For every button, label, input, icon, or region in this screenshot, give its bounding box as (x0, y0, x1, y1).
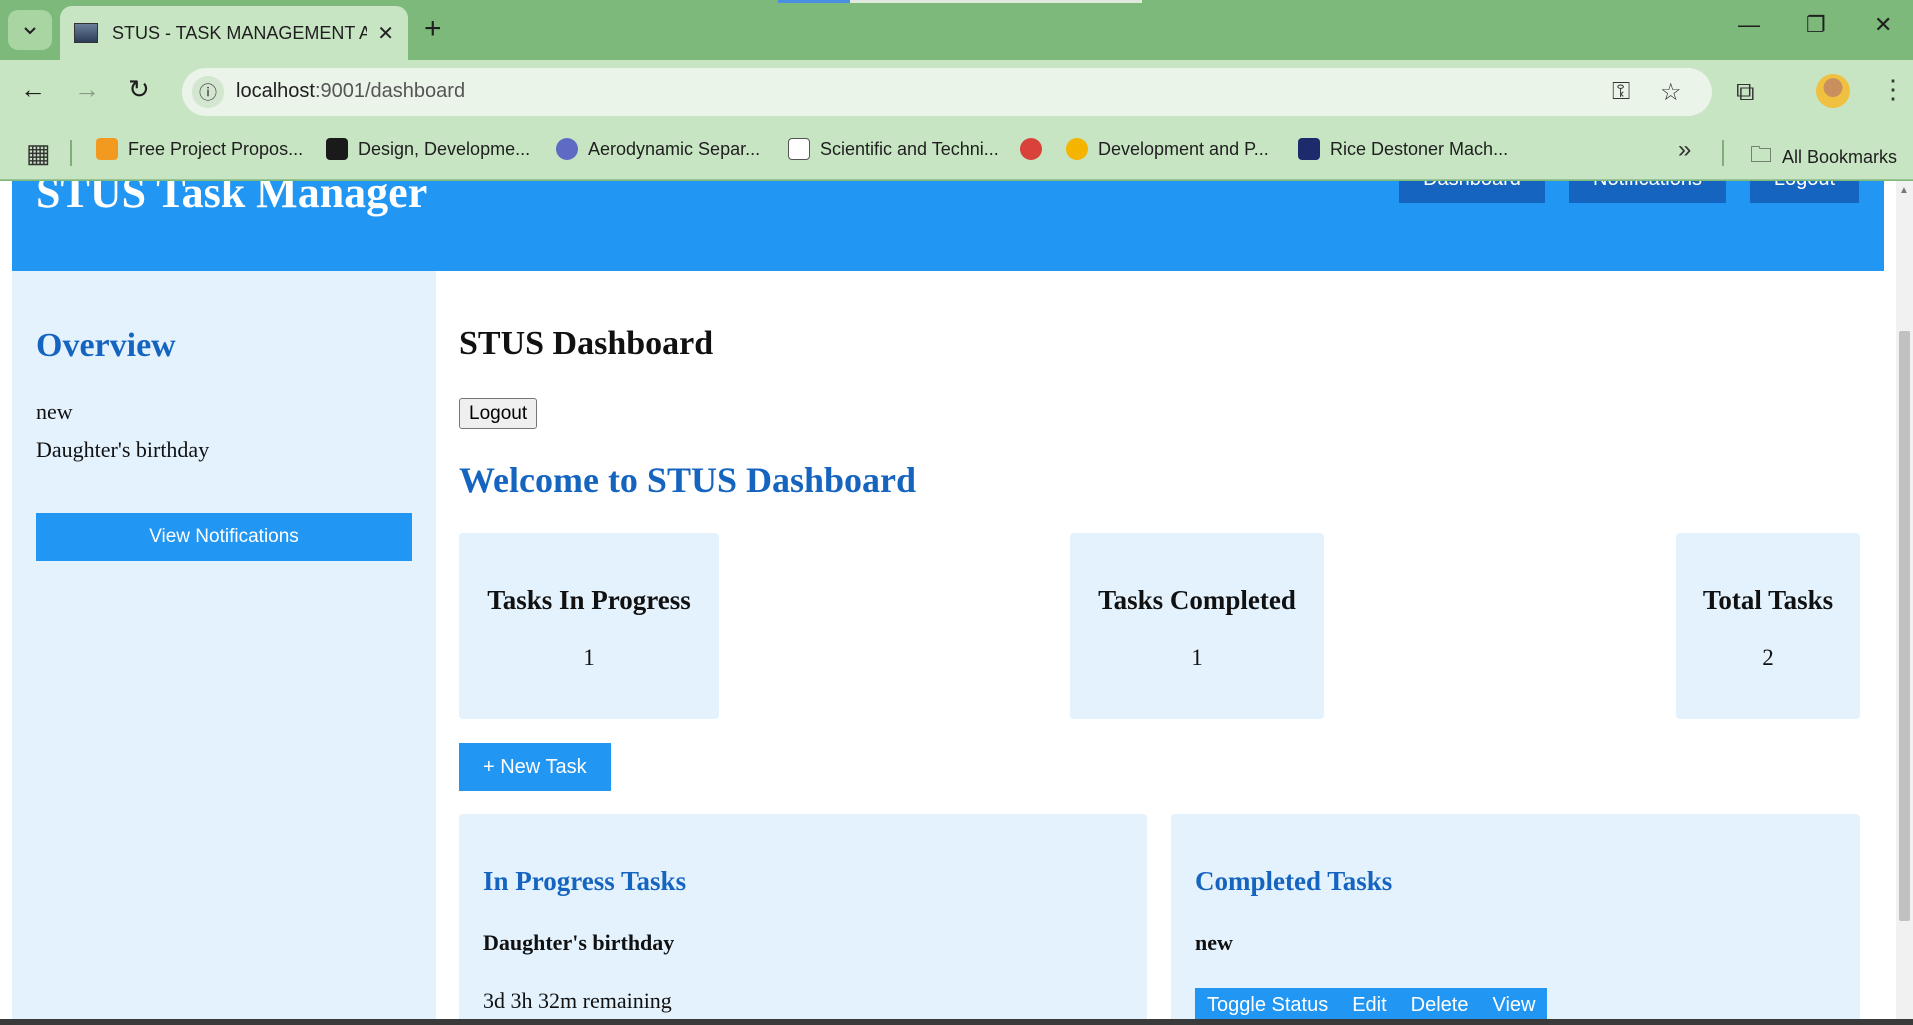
bookmarks-bar: ▦ Free Project Propos... Design, Develop… (0, 124, 1913, 180)
bookmark-item[interactable]: Free Project Propos... (96, 138, 303, 160)
bookmark-favicon-icon (326, 138, 348, 160)
bookmark-item[interactable] (1020, 138, 1052, 160)
site-favicon-icon (74, 23, 98, 43)
sidebar-title: Overview (36, 327, 176, 364)
toggle-status-button[interactable]: Toggle Status (1195, 994, 1340, 1017)
key-icon[interactable]: ⚿ (1612, 78, 1630, 106)
bookmark-favicon-icon (556, 138, 578, 160)
forward-icon[interactable]: → (74, 74, 100, 104)
sidebar-item-new: new (36, 399, 73, 424)
nav-notifications-button[interactable]: Notifications (1569, 181, 1726, 203)
bookmark-item[interactable]: Rice Destoner Mach... (1298, 138, 1508, 160)
welcome-heading: Welcome to STUS Dashboard (459, 460, 917, 500)
nav-dashboard-button[interactable]: Dashboard (1399, 181, 1545, 203)
stat-value: 1 (1191, 645, 1203, 670)
bookmark-favicon-icon (96, 138, 118, 160)
restore-icon[interactable]: ❐ (1806, 12, 1826, 38)
new-tab-icon[interactable]: + (424, 14, 442, 44)
os-taskbar (0, 1019, 1913, 1025)
browser-toolbar: ← → ↻ ⓘ localhost:9001/dashboard ⚿ ☆ ⧉ ⋮ (0, 60, 1913, 124)
new-task-button[interactable]: + New Task (459, 743, 611, 791)
more-bookmarks-icon[interactable]: » (1678, 136, 1691, 164)
bookmark-favicon-icon (1020, 138, 1042, 160)
close-window-icon[interactable]: ✕ (1874, 12, 1892, 38)
bookmark-label: Development and P... (1098, 138, 1269, 159)
scroll-up-icon[interactable]: ▲ (1899, 185, 1909, 196)
bookmark-label: Free Project Propos... (128, 138, 304, 159)
logout-button[interactable]: Logout (459, 398, 538, 429)
view-notifications-button[interactable]: View Notifications (36, 513, 412, 561)
scroll-thumb[interactable] (1899, 331, 1910, 921)
tab-search-button[interactable] (8, 10, 52, 50)
bookmark-separator (1722, 140, 1724, 166)
task-actions: Toggle Status Edit Delete View (1195, 988, 1548, 1019)
star-icon[interactable]: ☆ (1660, 78, 1682, 107)
chevron-down-icon (24, 27, 36, 35)
stat-value: 1 (583, 645, 595, 670)
sidebar: Overview new Daughter's birthday View No… (12, 271, 436, 1019)
task-name: Daughter's birthday (483, 930, 675, 955)
task-remaining-time: 3d 3h 32m remaining (483, 988, 672, 1013)
in-progress-title: In Progress Tasks (483, 866, 687, 896)
stat-value: 2 (1762, 645, 1774, 670)
completed-panel: Completed Tasks new Toggle Status Edit D… (1171, 814, 1860, 1019)
bookmark-label: Scientific and Techni... (820, 138, 999, 159)
view-button[interactable]: View (1480, 994, 1547, 1017)
stat-label: Total Tasks (1702, 585, 1834, 615)
sidebar-item-daughters-birthday: Daughter's birthday (36, 437, 210, 462)
bookmark-favicon-icon (1066, 138, 1088, 160)
close-tab-icon[interactable]: ✕ (377, 21, 394, 46)
folder-icon: 🗀 (1750, 142, 1773, 167)
page-scrollbar[interactable]: ▲ (1896, 181, 1913, 1019)
url-text: localhost:9001/dashboard (236, 80, 465, 103)
menu-icon[interactable]: ⋮ (1880, 74, 1906, 105)
browser-tabstrip: STUS - TASK MANAGEMENT AP ✕ + — ❐ ✕ (0, 0, 1913, 60)
profile-avatar[interactable] (1816, 74, 1850, 108)
tab-title: STUS - TASK MANAGEMENT AP (112, 22, 367, 43)
url-path: :9001/dashboard (314, 80, 466, 102)
page-viewport: STUS Task Manager Dashboard Notification… (0, 181, 1913, 1019)
reload-icon[interactable]: ↻ (128, 74, 150, 104)
bookmark-item[interactable]: Design, Developme... (326, 138, 530, 160)
bookmark-favicon-icon (1298, 138, 1320, 160)
bookmark-item[interactable]: Aerodynamic Separ... (556, 138, 760, 160)
page-title: STUS Dashboard (459, 325, 714, 362)
in-progress-panel: In Progress Tasks Daughter's birthday 3d… (459, 814, 1147, 1019)
url-host: localhost (236, 80, 315, 102)
address-bar[interactable]: ⓘ localhost:9001/dashboard ⚿ ☆ (182, 68, 1712, 116)
minimize-icon[interactable]: — (1738, 12, 1760, 38)
stat-label: Tasks In Progress (487, 585, 691, 615)
bookmark-separator (70, 140, 72, 166)
browser-tab[interactable]: STUS - TASK MANAGEMENT AP ✕ (60, 6, 408, 60)
stat-label: Tasks Completed (1098, 585, 1296, 615)
bookmark-label: Design, Developme... (358, 138, 531, 159)
extensions-icon[interactable]: ⧉ (1736, 76, 1755, 108)
all-bookmarks-label: All Bookmarks (1782, 146, 1898, 167)
apps-grid-icon[interactable]: ▦ (26, 138, 51, 169)
bookmark-item[interactable]: Development and P... (1066, 138, 1269, 160)
nav-logout-button[interactable]: Logout (1750, 181, 1859, 203)
bookmark-favicon-icon (788, 138, 810, 160)
main-content: STUS Dashboard Logout Welcome to STUS Da… (436, 271, 1884, 1019)
edit-button[interactable]: Edit (1340, 994, 1398, 1017)
app-title: STUS Task Manager (36, 181, 428, 217)
stat-card-completed: Tasks Completed 1 (1070, 533, 1324, 719)
loading-indicator (778, 0, 1142, 3)
stat-card-total: Total Tasks 2 (1676, 533, 1860, 719)
delete-button[interactable]: Delete (1399, 994, 1481, 1017)
site-info-icon[interactable]: ⓘ (192, 76, 224, 108)
all-bookmarks-button[interactable]: 🗀 All Bookmarks (1750, 138, 1897, 176)
stat-card-in-progress: Tasks In Progress 1 (459, 533, 719, 719)
back-icon[interactable]: ← (20, 74, 46, 104)
app-header: STUS Task Manager Dashboard Notification… (12, 181, 1884, 271)
bookmark-label: Rice Destoner Mach... (1330, 138, 1509, 159)
bookmark-label: Aerodynamic Separ... (588, 138, 761, 159)
task-name: new (1195, 930, 1233, 955)
bookmark-item[interactable]: Scientific and Techni... (788, 138, 999, 160)
completed-title: Completed Tasks (1195, 866, 1393, 896)
